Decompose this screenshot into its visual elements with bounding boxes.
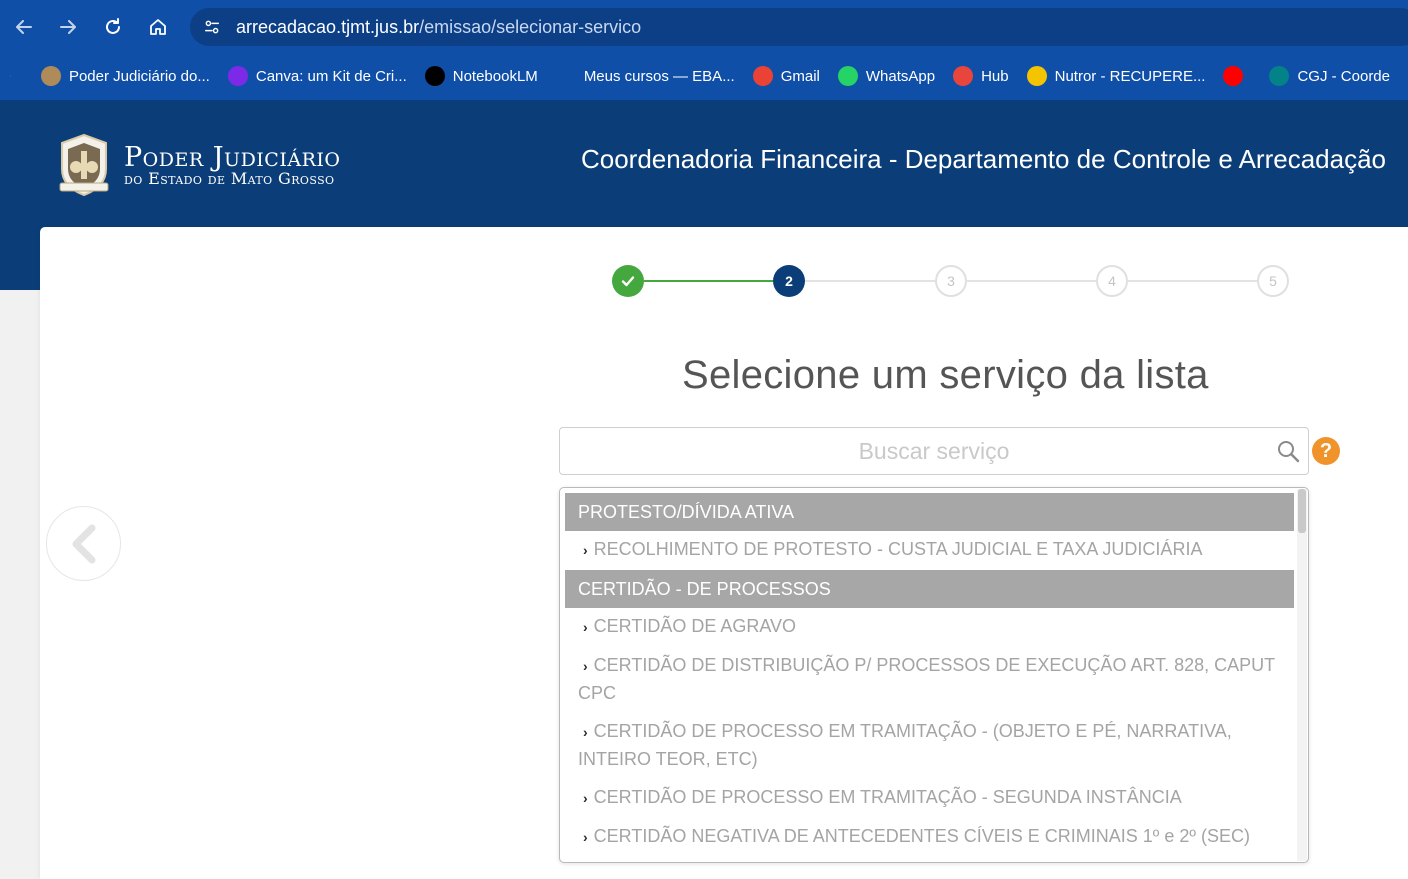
reload-icon — [106, 18, 120, 34]
bookmark-label: Hub — [981, 67, 1009, 85]
bookmark-label: Gmail — [780, 67, 820, 85]
scrollbar[interactable] — [1297, 489, 1307, 861]
bookmark-label: Poder Judiciário do... — [68, 67, 210, 85]
bookmark-label: Nutror - RECUPERE... — [1054, 67, 1206, 85]
step-1-complete[interactable] — [612, 265, 644, 297]
checkmark-icon — [621, 276, 635, 287]
stepper-line-2 — [805, 280, 935, 282]
service-item[interactable]: › CERTIDÃO DE AGRAVO — [565, 608, 1294, 647]
service-item[interactable]: › CERTIDÃO DE PROCESSO EM TRAMITAÇÃO - (O… — [565, 713, 1294, 779]
step-4: 4 — [1096, 265, 1128, 297]
browser-toolbar: arrecadacao.tjmt.jus.br/emissao/selecion… — [0, 0, 1408, 52]
bookmarks-bar: Poder Judiciário do... Canva: um Kit de C… — [0, 52, 1408, 100]
step-2-current[interactable]: 2 — [773, 265, 805, 297]
step-3: 3 — [935, 265, 967, 297]
service-item[interactable]: › CERTIDÃO DE DISTRIBUIÇÃO P/ PROCESSOS D… — [565, 647, 1294, 713]
page-title: Selecione um serviço da lista — [682, 353, 1209, 397]
canva-icon — [227, 66, 248, 86]
chevron-right-icon: › — [583, 658, 588, 674]
service-group-header: CERTIDÃO - DE PROCESSOS — [565, 570, 1294, 608]
service-item-label: CERTIDÃO DE PROCESSO EM TRAMITAÇÃO - (OB… — [578, 721, 1232, 769]
service-item-label: CERTIDÃO NEGATIVA DE ANTECEDENTES CÍVEIS… — [593, 826, 1250, 846]
search-input[interactable] — [560, 428, 1308, 474]
bookmark-item[interactable]: Hub — [953, 66, 1009, 86]
bookmark-item[interactable]: CGJ - Coorde — [1269, 66, 1390, 86]
service-group-header: PROTESTO/DÍVIDA ATIVA — [565, 493, 1294, 531]
chevron-right-icon: › — [583, 790, 588, 806]
hub-flame-icon — [953, 66, 974, 86]
chevron-right-icon: › — [583, 724, 588, 740]
nutror-icon — [1026, 66, 1047, 86]
stepper-line-1 — [644, 280, 773, 282]
bookmark-item[interactable]: NotebookLM — [424, 66, 538, 86]
bookmark-item[interactable]: Poder Judiciário do... — [40, 66, 210, 86]
url-text[interactable]: arrecadacao.tjmt.jus.br/emissao/selecion… — [236, 17, 641, 38]
eba-icon — [555, 66, 576, 86]
bookmark-list: Poder Judiciário do... Canva: um Kit de C… — [40, 66, 1408, 86]
home-icon — [150, 19, 166, 35]
stepper-line-3 — [967, 280, 1096, 282]
chevron-right-icon: › — [583, 829, 588, 845]
site-settings-icon[interactable] — [202, 17, 222, 37]
service-item-label: CERTIDÃO DE PROCESSO EM TRAMITAÇÃO - SEG… — [593, 787, 1182, 807]
arrow-right-icon — [60, 20, 76, 34]
help-icon[interactable]: ? — [1312, 437, 1340, 465]
bookmark-item[interactable] — [1223, 66, 1251, 86]
service-item[interactable]: › CERTIDÃO NEGATIVA DE ANTECEDENTES CÍVEI… — [565, 818, 1294, 857]
logo-subtitle: do Estado de Mato Grosso — [124, 169, 335, 188]
bookmark-label: CGJ - Coorde — [1297, 67, 1390, 85]
chevron-right-icon: › — [583, 619, 588, 635]
bookmark-item[interactable]: Meus cursos — EBA... — [555, 66, 735, 86]
service-list-content: PROTESTO/DÍVIDA ATIVA › RECOLHIMENTO DE PR… — [565, 493, 1294, 857]
tjmt-crest-icon — [59, 133, 109, 197]
service-item-label: RECOLHIMENTO DE PROTESTO - CUSTA JUDICIA… — [593, 539, 1203, 559]
sharepoint-icon — [1269, 66, 1290, 86]
bookmark-item[interactable]: Gmail — [752, 66, 820, 86]
service-item[interactable]: › RECOLHIMENTO DE PROTESTO - CUSTA JUDICI… — [565, 531, 1294, 570]
service-item-label: CERTIDÃO DE AGRAVO — [593, 616, 797, 636]
bookmark-label: Canva: um Kit de Cri... — [255, 67, 407, 85]
service-item-label: CERTIDÃO DE DISTRIBUIÇÃO P/ PROCESSOS DE… — [578, 655, 1275, 703]
apps-grid-icon[interactable] — [10, 65, 11, 87]
back-button[interactable] — [9, 12, 39, 42]
gmail-icon — [752, 66, 773, 86]
step-5: 5 — [1257, 265, 1289, 297]
scrollbar-thumb[interactable] — [1298, 489, 1306, 533]
header-title: Coordenadoria Financeira - Departamento … — [580, 144, 1386, 174]
service-list: PROTESTO/DÍVIDA ATIVA › RECOLHIMENTO DE PR… — [559, 487, 1309, 863]
search-icon[interactable] — [1276, 439, 1300, 463]
main-card: 2 3 4 5 Selecione um serviço da lista ? … — [40, 227, 1408, 879]
forward-button[interactable] — [53, 12, 83, 42]
address-bar[interactable]: arrecadacao.tjmt.jus.br/emissao/selecion… — [190, 8, 1408, 46]
bookmark-label: WhatsApp — [865, 67, 936, 85]
bookmark-label: Meus cursos — EBA... — [583, 67, 735, 85]
notebooklm-icon — [424, 66, 445, 86]
search-box — [559, 427, 1309, 475]
bookmark-label: NotebookLM — [452, 67, 538, 85]
url-path: /emissao/selecionar-servico — [419, 16, 642, 37]
youtube-icon — [1223, 66, 1244, 86]
reload-button[interactable] — [98, 12, 128, 42]
home-button[interactable] — [143, 12, 173, 42]
tjmt-crest-icon — [40, 66, 61, 86]
bookmark-item[interactable]: Canva: um Kit de Cri... — [227, 66, 407, 86]
url-host: arrecadacao.tjmt.jus.br — [236, 16, 420, 37]
bookmark-item[interactable]: WhatsApp — [837, 66, 936, 86]
chevron-left-icon — [72, 524, 95, 563]
stepper-line-4 — [1128, 280, 1257, 282]
service-item[interactable]: › CERTIDÃO DE PROCESSO EM TRAMITAÇÃO - SE… — [565, 779, 1294, 818]
bookmark-item[interactable]: Nutror - RECUPERE... — [1026, 66, 1206, 86]
whatsapp-icon — [837, 66, 858, 86]
chevron-right-icon: › — [583, 542, 588, 558]
previous-step-button[interactable] — [46, 506, 121, 581]
arrow-left-icon — [16, 20, 32, 34]
